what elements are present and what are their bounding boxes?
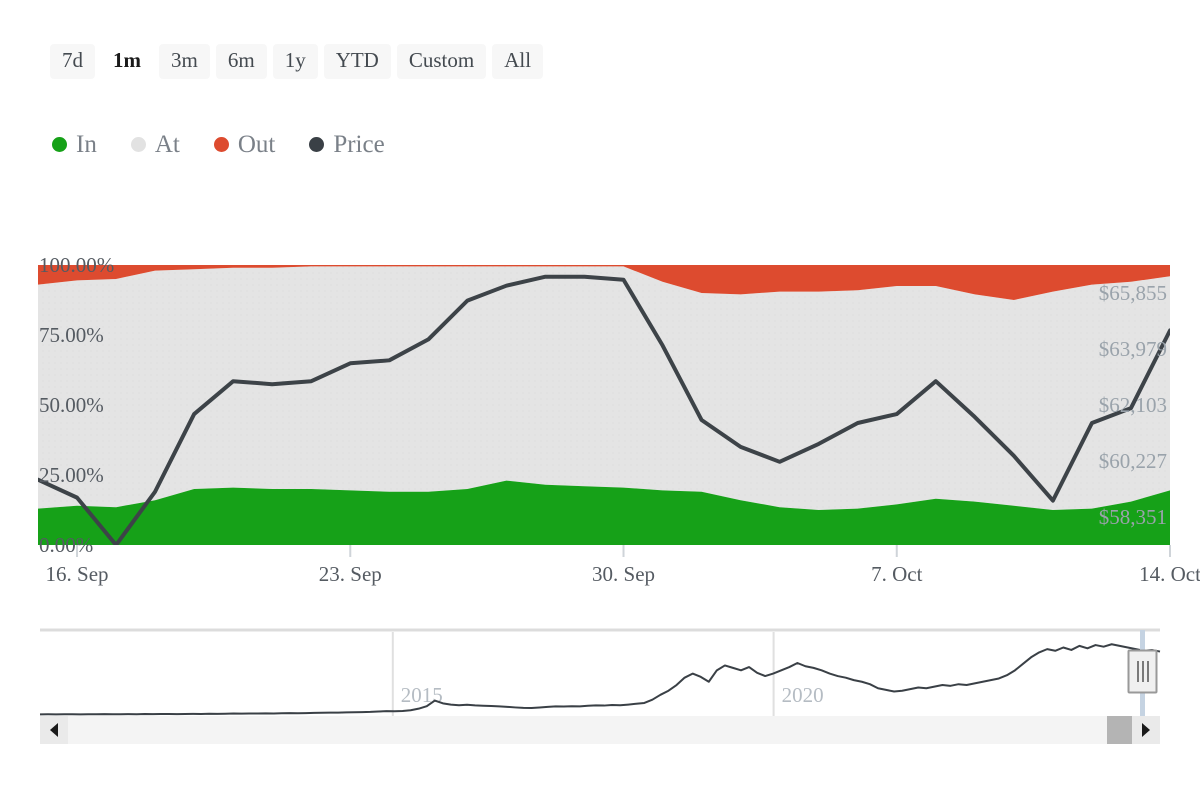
legend-label: In [76, 131, 97, 158]
legend-label: Price [333, 131, 385, 158]
y-axis-right-tick-label: $58,351 [1099, 505, 1167, 529]
range-button-all[interactable]: All [492, 44, 544, 79]
legend-item-out[interactable]: Out [213, 131, 276, 158]
navigator-year-label: 2015 [401, 683, 443, 707]
range-button-1y[interactable]: 1y [272, 44, 318, 79]
chart-legend[interactable]: In At Out Price [52, 132, 385, 157]
scrollbar-thumb[interactable] [1107, 716, 1132, 744]
main-chart-svg: 0.00% 25.00% 50.00% 75.00% 100.00% $58,351 $6… [38, 253, 1200, 586]
x-axis-tick-label: 14. Oct [1139, 562, 1200, 586]
x-axis-tick-label: 16. Sep [46, 562, 109, 586]
y-axis-left-tick-label: 50.00% [39, 393, 104, 417]
legend-marker-at-icon [130, 137, 146, 152]
range-selector[interactable]: 7d 1m 3m 6m 1y YTD Custom All [50, 44, 544, 79]
range-button-custom[interactable]: Custom [396, 44, 487, 79]
area-series-at [38, 266, 1170, 510]
navigator-svg: 2015 2020 [39, 628, 1161, 744]
y-axis-right-tick-label: $60,227 [1099, 449, 1167, 473]
y-axis-left-tick-label: 25.00% [39, 463, 104, 487]
y-axis-left-tick-label: 0.00% [39, 533, 93, 557]
x-axis-labels: 16. Sep 23. Sep 30. Sep 7. Oct 14. Oct [46, 562, 1200, 586]
y-axis-left-tick-label: 100.00% [39, 253, 114, 277]
x-axis-ticks [76, 545, 1171, 557]
x-axis-tick-label: 7. Oct [871, 562, 922, 586]
navigator-price-line [39, 643, 1161, 716]
legend-label: At [154, 131, 180, 158]
scrollbar-track[interactable] [40, 716, 1160, 744]
range-button-1m[interactable]: 1m [101, 44, 153, 79]
chart-navigator[interactable]: 2015 2020 [0, 612, 1200, 747]
y-axis-right-tick-label: $65,855 [1099, 281, 1167, 305]
range-button-7d[interactable]: 7d [50, 44, 95, 79]
legend-marker-price-icon [309, 137, 325, 152]
y-axis-right-tick-label: $63,979 [1099, 337, 1167, 361]
range-button-6m[interactable]: 6m [215, 44, 267, 79]
navigator-gridlines [391, 632, 775, 716]
legend-marker-out-icon [213, 137, 229, 152]
x-axis-tick-label: 23. Sep [319, 562, 382, 586]
x-axis-tick-label: 30. Sep [592, 562, 655, 586]
y-axis-right-tick-label: $62,103 [1099, 393, 1167, 417]
legend-label: Out [237, 131, 276, 158]
range-button-ytd[interactable]: YTD [323, 44, 391, 79]
legend-item-in[interactable]: In [52, 132, 97, 157]
y-axis-left-tick-label: 75.00% [39, 323, 104, 347]
navigator-handle-right[interactable] [1127, 630, 1158, 728]
navigator-year-labels: 2015 2020 [401, 683, 824, 707]
range-button-3m[interactable]: 3m [159, 44, 210, 79]
legend-item-at[interactable]: At [130, 131, 180, 158]
legend-item-price[interactable]: Price [309, 131, 385, 158]
main-stacked-area-chart[interactable]: 0.00% 25.00% 50.00% 75.00% 100.00% $58,351 $6… [0, 230, 1200, 590]
navigator-year-label: 2020 [782, 683, 824, 707]
legend-marker-in-icon [52, 137, 67, 152]
navigator-scrollbar[interactable] [40, 716, 1160, 744]
